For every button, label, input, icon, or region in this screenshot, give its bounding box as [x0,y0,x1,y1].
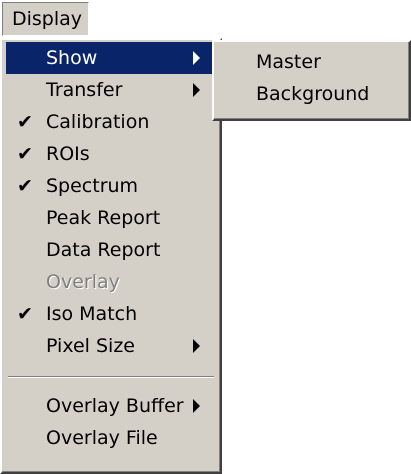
menu-display-label: Display [12,8,83,30]
menu-item-label: Calibration [46,111,150,133]
menu-item-label: Overlay [46,271,120,293]
submenu-arrow-icon [193,339,200,353]
menu-item-pixel-size[interactable]: Pixel Size [6,330,218,362]
submenu-arrow-icon [193,399,200,413]
menu-item-calibration[interactable]: ✔ Calibration [6,106,218,138]
submenu-item-master[interactable]: Master [218,46,408,78]
menu-item-show[interactable]: Show [6,42,218,74]
menu-item-label: Peak Report [46,207,161,229]
menu-item-transfer[interactable]: Transfer [6,74,218,106]
menu-item-label: Pixel Size [46,335,135,357]
checkmark-icon: ✔ [17,143,33,165]
menu-separator [8,376,214,378]
checkmark-icon: ✔ [17,175,33,197]
menu-item-spectrum[interactable]: ✔ Spectrum [6,170,218,202]
menu-item-label: Show [46,47,98,69]
submenu-item-label: Master [256,51,321,73]
menu-item-label: ROIs [46,143,90,165]
submenu-item-label: Background [256,83,370,105]
submenu-arrow-icon [193,51,200,65]
menu-item-overlay-buffer[interactable]: Overlay Buffer [6,390,218,422]
checkmark-icon: ✔ [17,303,33,325]
menu-item-data-report[interactable]: Data Report [6,234,218,266]
menu-item-label: Iso Match [46,303,138,325]
menu-item-peak-report[interactable]: Peak Report [6,202,218,234]
menu-item-rois[interactable]: ✔ ROIs [6,138,218,170]
menu-item-overlay-file[interactable]: Overlay File [6,422,218,454]
menu-item-label: Data Report [46,239,161,261]
menu-display[interactable]: Display [2,2,89,36]
menu-item-label: Overlay File [46,427,158,449]
display-dropdown-menu: Show Transfer ✔ Calibration ✔ ROIs ✔ Spe… [0,38,222,474]
menu-item-overlay: Overlay [6,266,218,298]
show-submenu: Master Background [212,40,411,121]
submenu-arrow-icon [193,83,200,97]
menu-bar: Display [0,0,411,38]
menu-item-iso-match[interactable]: ✔ Iso Match [6,298,218,330]
menu-item-label: Transfer [46,79,123,101]
menu-item-label: Overlay Buffer [46,395,184,417]
submenu-item-background[interactable]: Background [218,78,408,110]
menu-item-label: Spectrum [46,175,139,197]
checkmark-icon: ✔ [17,111,33,133]
